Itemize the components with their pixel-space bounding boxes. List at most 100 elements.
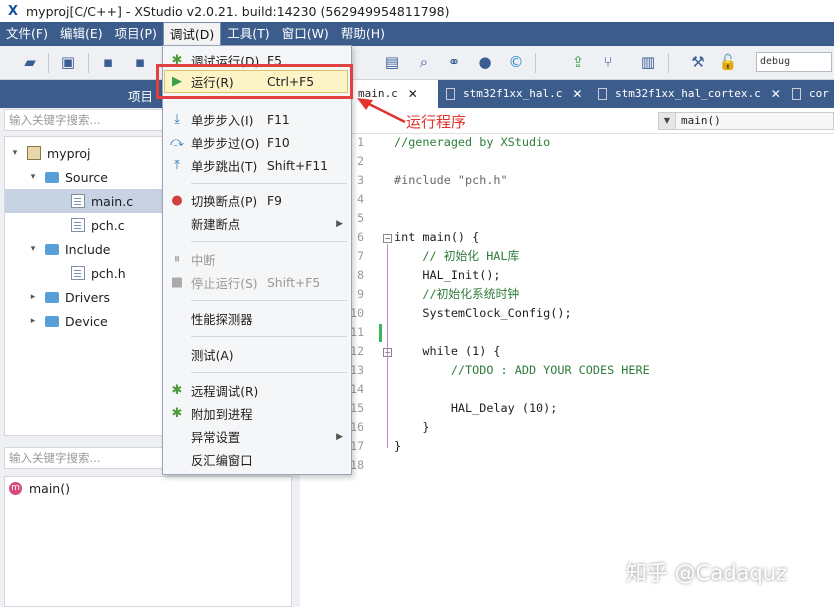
step-out-icon: ⤒: [174, 158, 180, 173]
annotation-arrow-icon: [357, 98, 406, 124]
window-icon[interactable]: ▤: [382, 52, 402, 72]
menu-item-attach-process[interactable]: ✱ 附加到进程: [163, 402, 351, 425]
pause-icon: ⏸: [173, 252, 181, 267]
new-project-icon[interactable]: ▣: [58, 52, 78, 72]
menu-item-shortcut: Shift+F5: [267, 275, 321, 290]
code-line: }: [394, 439, 402, 453]
debug-menu: ✱ 调试运行(D) F5 ⤓ 单步步入(I) F11 ⤼ 单步步过(O) F10…: [162, 45, 352, 475]
code-line: #include "pch.h": [394, 173, 508, 187]
toolbar: ▰ ▣ ▪ ▪ ▤ ⌕ ⚭ ● © ⇪ ⑂ ▥ ⚒ 🔓: [0, 46, 834, 80]
code-line: HAL_Init();: [394, 268, 501, 282]
menu-item-test[interactable]: 测试(A): [163, 343, 351, 366]
link-icon[interactable]: ⚭: [444, 52, 464, 72]
menu-item-label: 测试(A): [191, 348, 234, 363]
tab-label: cor: [809, 87, 829, 100]
menu-item-exception-settings[interactable]: 异常设置 ▶: [163, 425, 351, 448]
object-icon[interactable]: ●: [475, 52, 495, 72]
expanded-arrow-icon[interactable]: ▾: [27, 244, 39, 254]
tab-label: stm32f1xx_hal_cortex.c: [615, 87, 761, 100]
menu-item-label: 停止运行(S): [191, 276, 258, 291]
menu-item-remote-debug[interactable]: ✱ 远程调试(R): [163, 379, 351, 402]
toolbar-separator: [88, 53, 89, 73]
folder-icon: [45, 315, 59, 327]
collapsed-arrow-icon[interactable]: ▸: [27, 316, 39, 326]
code-line: //TODO : ADD YOUR CODES HERE: [394, 363, 650, 377]
menu-item-toggle-breakpoint[interactable]: ● 切换断点(P) F9: [163, 189, 351, 212]
menu-item-label: 单步步过(O): [191, 136, 260, 151]
submenu-arrow-icon: ▶: [336, 431, 343, 442]
chip-icon[interactable]: ▥: [638, 52, 658, 72]
expanded-arrow-icon[interactable]: ▾: [27, 172, 39, 182]
step-over-icon: ⤼: [170, 135, 184, 150]
annotation-highlight-box: [156, 64, 353, 99]
fold-collapse-icon[interactable]: −: [383, 234, 392, 243]
folder-icon: [45, 291, 59, 303]
toolbar-separator: [48, 53, 49, 73]
menu-debug[interactable]: 调试(D): [162, 22, 222, 46]
expanded-arrow-icon[interactable]: ▾: [9, 148, 21, 158]
menu-item-new-breakpoint[interactable]: 新建断点 ▶: [163, 212, 351, 235]
method-icon: m: [9, 482, 22, 495]
search-icon[interactable]: ⌕: [414, 52, 434, 72]
tab-stm32f1xx-hal-cortex-c[interactable]: stm32f1xx_hal_cortex.c ✕: [598, 80, 788, 108]
code-line: }: [394, 420, 430, 434]
tree-item-label: pch.c: [91, 217, 125, 233]
folder-icon: [45, 243, 59, 255]
c-language-icon[interactable]: ©: [506, 52, 526, 72]
submenu-arrow-icon: ▶: [336, 218, 343, 229]
close-icon[interactable]: ✕: [572, 80, 582, 108]
bug-icon: ✱: [171, 406, 183, 421]
menu-window[interactable]: 窗口(W): [276, 22, 335, 46]
watermark: 知乎 @Cadaquz: [626, 561, 788, 585]
menu-item-shortcut: F9: [267, 193, 282, 208]
close-icon[interactable]: ✕: [408, 80, 418, 108]
chevron-down-icon[interactable]: ▼: [658, 112, 676, 130]
menu-project[interactable]: 项目(P): [109, 22, 163, 46]
outline-item-main[interactable]: m main(): [9, 481, 70, 496]
menu-item-label: 反汇编窗口: [191, 453, 253, 468]
menu-item-label: 中断: [191, 253, 216, 268]
menu-item-shortcut: Shift+F11: [267, 158, 328, 173]
header-file-icon: [71, 266, 85, 280]
menu-tools[interactable]: 工具(T): [221, 22, 275, 46]
menu-item-label: 单步步入(I): [191, 113, 254, 128]
open-folder-icon[interactable]: ▰: [20, 52, 40, 72]
menu-item-disassembly[interactable]: 反汇编窗口: [163, 448, 351, 471]
lock-icon[interactable]: 🔓: [718, 52, 738, 72]
code-line: int main() {: [394, 230, 480, 244]
menu-item-label: 远程调试(R): [191, 384, 259, 399]
c-file-icon: [71, 218, 85, 232]
c-file-icon: [71, 194, 85, 208]
tab-stm32f1xx-hal-c[interactable]: stm32f1xx_hal.c ✕: [446, 80, 594, 108]
menu-separator: [191, 372, 347, 373]
upload-icon[interactable]: ⇪: [568, 52, 588, 72]
file-icon: [446, 88, 455, 100]
save-all-icon[interactable]: ▪: [130, 52, 150, 72]
build-config-select[interactable]: debug: [756, 52, 832, 72]
code-line: while (1) {: [394, 344, 501, 358]
window-title: myproj[C/C++] - XStudio v2.0.21. build:1…: [26, 3, 450, 19]
menu-file[interactable]: 文件(F): [0, 22, 54, 46]
menu-item-label: 附加到进程: [191, 407, 253, 422]
menu-edit[interactable]: 编辑(E): [54, 22, 109, 46]
code-line: //generaged by XStudio: [394, 135, 551, 149]
menu-item-step-into[interactable]: ⤓ 单步步入(I) F11: [163, 108, 351, 131]
outline-panel: m main(): [4, 476, 292, 607]
function-select[interactable]: main(): [658, 112, 834, 130]
change-marker: [379, 324, 382, 342]
collapsed-arrow-icon[interactable]: ▸: [27, 292, 39, 302]
tree-item-label: main.c: [91, 193, 134, 209]
menu-help[interactable]: 帮助(H): [335, 22, 391, 46]
project-panel-title: 项目: [128, 89, 154, 104]
menu-item-profiler[interactable]: 性能探测器: [163, 307, 351, 330]
tab-cor[interactable]: cor: [792, 80, 834, 108]
branch-icon[interactable]: ⑂: [598, 52, 618, 72]
tab-label: stm32f1xx_hal.c: [463, 87, 563, 100]
menu-item-step-out[interactable]: ⤒ 单步跳出(T) Shift+F11: [163, 154, 351, 177]
save-icon[interactable]: ▪: [98, 52, 118, 72]
file-icon: [598, 88, 607, 100]
close-icon[interactable]: ✕: [771, 80, 781, 108]
tools-icon[interactable]: ⚒: [688, 52, 708, 72]
code-line: SystemClock_Config();: [394, 306, 572, 320]
menu-item-step-over[interactable]: ⤼ 单步步过(O) F10: [163, 131, 351, 154]
